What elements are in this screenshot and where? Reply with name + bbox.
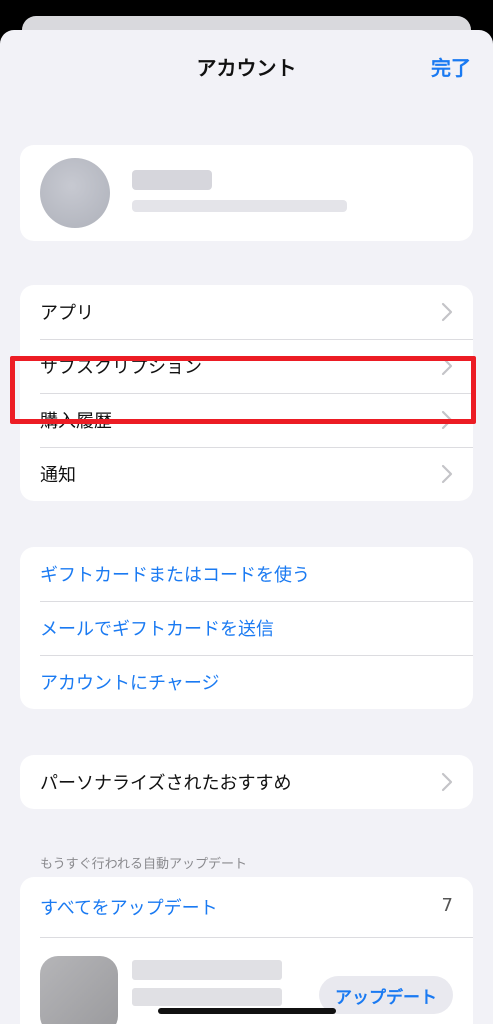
personalization-card: パーソナライズされたおすすめ [20, 755, 473, 809]
updates-card: すべてをアップデート 7 アップデート [20, 877, 473, 1024]
profile-card[interactable] [20, 145, 473, 241]
chevron-right-icon [441, 410, 453, 430]
menu-item-notifications[interactable]: 通知 [20, 447, 473, 501]
redeem-gift-card-link[interactable]: ギフトカードまたはコードを使う [20, 547, 473, 601]
profile-name-redacted [132, 170, 212, 190]
menu-item-label: 通知 [40, 465, 76, 486]
add-funds-link[interactable]: アカウントにチャージ [20, 655, 473, 709]
account-sheet: アカウント 完了 アプリ サブスクリプション 購入履歴 通知 ギフトカードまたは… [0, 30, 493, 1024]
chevron-right-icon [441, 464, 453, 484]
page-title: アカウント [196, 56, 297, 80]
chevron-right-icon [441, 356, 453, 376]
menu-item-personalized-recommendations[interactable]: パーソナライズされたおすすめ [20, 755, 473, 809]
app-icon [40, 956, 118, 1024]
update-count: 7 [441, 895, 453, 916]
app-info-redacted [132, 988, 282, 1006]
menu-item-label: パーソナライズされたおすすめ [40, 773, 292, 794]
menu-item-label: サブスクリプション [40, 357, 202, 378]
menu-item-label: 購入履歴 [40, 411, 112, 432]
chevron-right-icon [441, 302, 453, 322]
upcoming-updates-heading: もうすぐ行われる自動アップデート [40, 857, 247, 872]
account-menu-card: アプリ サブスクリプション 購入履歴 通知 [20, 285, 473, 501]
done-button[interactable]: 完了 [431, 52, 471, 81]
update-all-row: すべてをアップデート 7 [20, 877, 473, 937]
avatar [40, 158, 110, 228]
update-button[interactable]: アップデート [319, 976, 453, 1014]
menu-item-label: アプリ [40, 303, 94, 324]
menu-item-label: メールでギフトカードを送信 [40, 619, 274, 640]
update-all-button[interactable]: すべてをアップデート [40, 894, 218, 920]
home-indicator[interactable] [158, 1008, 336, 1014]
navigation-bar: アカウント 完了 [0, 30, 493, 100]
menu-item-subscriptions[interactable]: サブスクリプション [20, 339, 473, 393]
menu-item-purchase-history[interactable]: 購入履歴 [20, 393, 473, 447]
menu-item-apps[interactable]: アプリ [20, 285, 473, 339]
profile-email-redacted [132, 200, 347, 212]
menu-item-label: アカウントにチャージ [40, 673, 220, 694]
gift-card-menu: ギフトカードまたはコードを使う メールでギフトカードを送信 アカウントにチャージ [20, 547, 473, 709]
app-name-redacted [132, 960, 282, 980]
chevron-right-icon [441, 772, 453, 792]
menu-item-label: ギフトカードまたはコードを使う [40, 565, 310, 586]
send-gift-card-link[interactable]: メールでギフトカードを送信 [20, 601, 473, 655]
